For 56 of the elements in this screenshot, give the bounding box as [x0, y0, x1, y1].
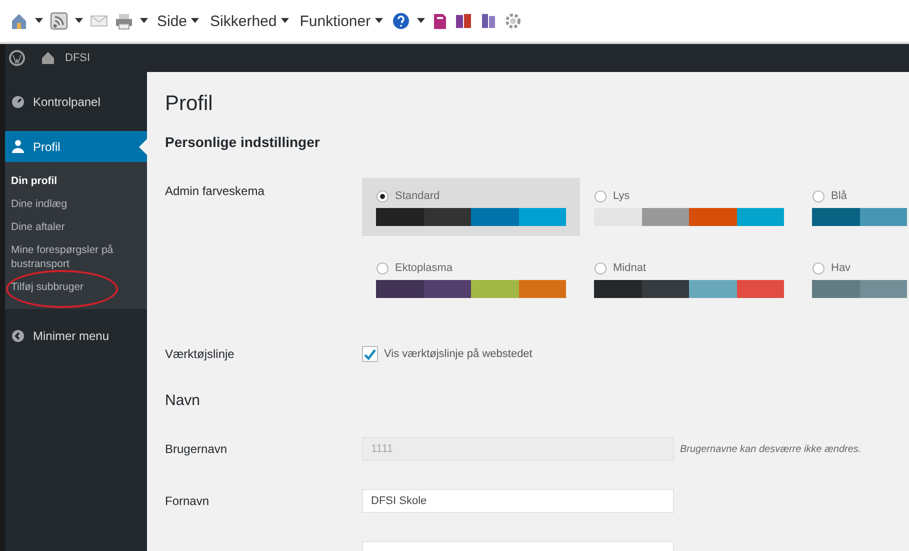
radio-icon[interactable]	[594, 262, 607, 274]
radio-icon[interactable]	[812, 262, 825, 274]
site-link[interactable]: DFSI	[65, 52, 90, 64]
field-label: Fornavn	[165, 493, 210, 510]
gauge-icon	[11, 94, 25, 109]
radio-selected-icon[interactable]	[376, 190, 389, 202]
submenu-item[interactable]: Tilføj subbruger	[5, 276, 147, 299]
field-label: Admin farveskema	[165, 183, 266, 198]
caret-icon[interactable]	[416, 18, 425, 24]
sidebar-item[interactable]: Minimer menu	[5, 322, 147, 350]
color-scheme-option[interactable]: Midnat	[580, 250, 798, 308]
home-icon[interactable]	[10, 12, 28, 30]
checkbox[interactable]	[362, 346, 378, 362]
field-label: Værktøjslinje	[165, 347, 236, 361]
menu-button[interactable]: Side	[155, 12, 202, 30]
wordpress-logo-icon[interactable]	[9, 50, 25, 66]
gear-icon[interactable]	[504, 13, 521, 29]
submenu-item[interactable]: Dine aftaler	[5, 216, 147, 240]
caret-icon[interactable]	[374, 18, 383, 24]
submenu-item[interactable]: Din profil	[5, 170, 147, 194]
caret-icon[interactable]	[280, 18, 289, 24]
color-scheme-option[interactable]: Ektoplasma	[362, 250, 580, 308]
submenu-item[interactable]: Mine forespørgsler på bustransport	[5, 239, 147, 276]
field-hint: Brugernavne kan desværre ikke ændres.	[680, 444, 862, 454]
caret-icon[interactable]	[35, 18, 43, 24]
home-icon[interactable]	[41, 51, 55, 65]
color-scheme-option[interactable]: Standard	[362, 178, 580, 236]
help-icon[interactable]	[392, 12, 410, 30]
caret-icon[interactable]	[140, 18, 148, 24]
menu-button[interactable]: Funktioner	[298, 12, 385, 30]
section-heading: Personlige indstillinger	[165, 134, 321, 150]
page-title: Profil	[165, 92, 214, 116]
caret-icon[interactable]	[75, 18, 83, 24]
radio-icon[interactable]	[376, 262, 389, 274]
input-field[interactable]: DFSI Skole	[362, 489, 674, 513]
color-scheme-option[interactable]: Hav	[798, 250, 909, 308]
book-icon[interactable]	[454, 12, 473, 30]
caret-icon[interactable]	[191, 18, 200, 24]
field-label: Brugernavn	[165, 441, 228, 458]
sidebar-item[interactable]: Kontrolpanel	[5, 88, 147, 115]
radio-icon[interactable]	[812, 190, 825, 202]
color-scheme-option[interactable]: Lys	[580, 178, 798, 236]
user-icon	[11, 139, 25, 154]
checkmark-icon	[364, 348, 376, 360]
printer-icon[interactable]	[115, 12, 133, 30]
book-icon[interactable]	[432, 12, 448, 30]
section-heading: Navn	[165, 392, 202, 409]
submenu-item[interactable]: Dine indlæg	[5, 193, 147, 216]
sidebar-item[interactable]: Profil	[5, 131, 147, 162]
checkbox-label: Vis værktøjslinje på webstedet	[384, 348, 532, 360]
color-scheme-option[interactable]: Blå	[798, 178, 909, 236]
feed-icon[interactable]	[50, 12, 68, 30]
menu-button[interactable]: Sikkerhed	[208, 12, 291, 30]
radio-icon[interactable]	[594, 190, 607, 202]
collapse-icon	[11, 328, 25, 344]
book-icon[interactable]	[480, 12, 498, 30]
